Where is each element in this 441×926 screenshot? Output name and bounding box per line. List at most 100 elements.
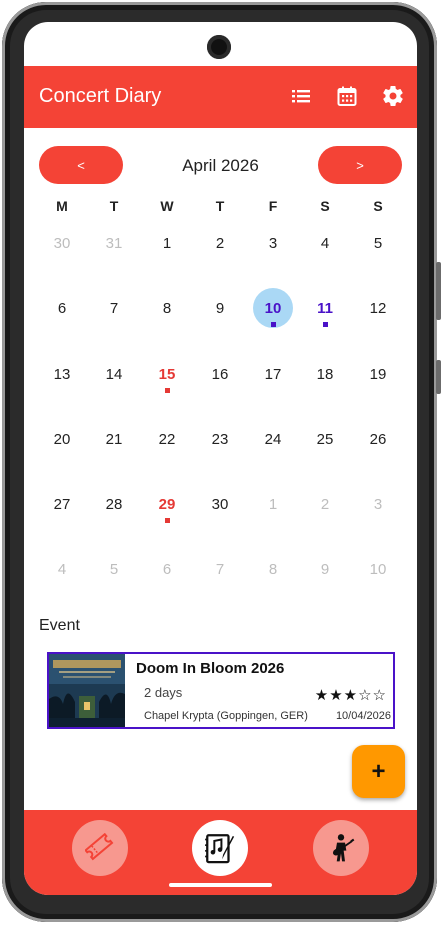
weekday-header: T (215, 198, 225, 214)
calendar-day[interactable]: 29 (147, 484, 187, 524)
settings-gear-icon[interactable] (381, 84, 405, 108)
calendar-day[interactable]: 22 (147, 419, 187, 459)
calendar-day[interactable]: 17 (253, 354, 293, 394)
calendar-day[interactable]: 11 (305, 288, 345, 328)
calendar-day[interactable]: 2 (200, 223, 240, 263)
calendar-day[interactable]: 28 (94, 484, 134, 524)
day-number: 14 (105, 365, 123, 383)
day-number: 10 (369, 560, 387, 578)
calendar-day[interactable]: 9 (200, 288, 240, 328)
screen: Concert Diary < April 2026 > Event Doom … (24, 22, 417, 895)
calendar-day[interactable]: 12 (358, 288, 398, 328)
weekday-header: F (268, 198, 278, 214)
calendar-day[interactable]: 4 (305, 223, 345, 263)
day-number: 5 (109, 560, 119, 578)
calendar-day[interactable]: 23 (200, 419, 240, 459)
day-number: 25 (316, 430, 334, 448)
event-rating-stars: ★★★☆☆ (314, 687, 387, 704)
calendar-day[interactable]: 3 (358, 484, 398, 524)
day-number: 1 (162, 234, 172, 252)
day-number: 18 (316, 365, 334, 383)
events-heading: Event (39, 617, 80, 634)
calendar-day[interactable]: 31 (94, 223, 134, 263)
calendar-day[interactable]: 8 (147, 288, 187, 328)
calendar-day-today[interactable]: 10 (253, 288, 293, 328)
home-indicator (169, 883, 272, 887)
calendar-day[interactable]: 7 (200, 549, 240, 589)
day-number: 23 (211, 430, 229, 448)
calendar-day[interactable]: 15 (147, 354, 187, 394)
weekday-header: S (320, 198, 330, 214)
calendar-day[interactable]: 18 (305, 354, 345, 394)
calendar-day[interactable]: 30 (200, 484, 240, 524)
day-number: 16 (211, 365, 229, 383)
day-number: 7 (109, 299, 119, 317)
calendar-day[interactable]: 14 (94, 354, 134, 394)
calendar-day[interactable]: 2 (305, 484, 345, 524)
calendar-day[interactable]: 7 (94, 288, 134, 328)
event-date: 10/04/2026 (335, 710, 391, 722)
calendar-day[interactable]: 1 (253, 484, 293, 524)
event-indicator-dot (322, 322, 328, 327)
app-bar: Concert Diary (24, 66, 417, 128)
bottom-navigation (24, 810, 417, 895)
calendar-day[interactable]: 21 (94, 419, 134, 459)
event-duration: 2 days (144, 685, 183, 700)
day-number: 15 (158, 365, 176, 383)
nav-diary[interactable] (192, 820, 248, 876)
next-month-button[interactable]: > (318, 146, 402, 184)
day-number: 6 (57, 299, 67, 317)
day-number: 19 (369, 365, 387, 383)
day-number: 1 (268, 495, 278, 513)
day-number: 8 (162, 299, 172, 317)
calendar-day[interactable]: 5 (358, 223, 398, 263)
day-number: 12 (369, 299, 387, 317)
day-number: 28 (105, 495, 123, 513)
event-card[interactable]: Doom In Bloom 2026 2 days ★★★☆☆ Chapel K… (47, 652, 395, 729)
day-number: 6 (162, 560, 172, 578)
day-number: 30 (53, 234, 71, 252)
event-indicator-dot (270, 322, 276, 327)
add-event-button[interactable]: + (352, 745, 405, 798)
day-number: 4 (57, 560, 67, 578)
calendar-day[interactable]: 9 (305, 549, 345, 589)
ticket-icon (85, 833, 114, 861)
calendar-day[interactable]: 13 (42, 354, 82, 394)
day-number: 9 (215, 299, 225, 317)
day-number: 4 (320, 234, 330, 252)
calendar-icon[interactable] (335, 84, 359, 108)
guitarist-icon (332, 834, 355, 862)
day-number: 8 (268, 560, 278, 578)
calendar-day[interactable]: 6 (42, 288, 82, 328)
list-icon[interactable] (289, 84, 313, 108)
calendar-day[interactable]: 10 (358, 549, 398, 589)
calendar-day[interactable]: 27 (42, 484, 82, 524)
event-name: Doom In Bloom 2026 (136, 660, 285, 677)
calendar-day[interactable]: 19 (358, 354, 398, 394)
calendar-day[interactable]: 25 (305, 419, 345, 459)
power-button (436, 360, 441, 394)
weekday-header: M (56, 198, 68, 214)
day-number: 24 (264, 430, 282, 448)
calendar-day[interactable]: 4 (42, 549, 82, 589)
nav-artists[interactable] (313, 820, 369, 876)
calendar-day[interactable]: 6 (147, 549, 187, 589)
calendar-day[interactable]: 16 (200, 354, 240, 394)
calendar-day[interactable]: 8 (253, 549, 293, 589)
calendar-day[interactable]: 1 (147, 223, 187, 263)
day-number: 30 (211, 495, 229, 513)
calendar-day[interactable]: 30 (42, 223, 82, 263)
event-indicator-dot (164, 388, 170, 393)
day-number: 2 (215, 234, 225, 252)
nav-tickets[interactable] (72, 820, 128, 876)
calendar-day[interactable]: 3 (253, 223, 293, 263)
calendar-day[interactable]: 20 (42, 419, 82, 459)
day-number: 3 (268, 234, 278, 252)
day-number: 29 (158, 495, 176, 513)
weekday-header: S (373, 198, 383, 214)
event-indicator-dot (164, 518, 170, 523)
day-number: 2 (320, 495, 330, 513)
calendar-day[interactable]: 24 (253, 419, 293, 459)
calendar-day[interactable]: 5 (94, 549, 134, 589)
calendar-day[interactable]: 26 (358, 419, 398, 459)
